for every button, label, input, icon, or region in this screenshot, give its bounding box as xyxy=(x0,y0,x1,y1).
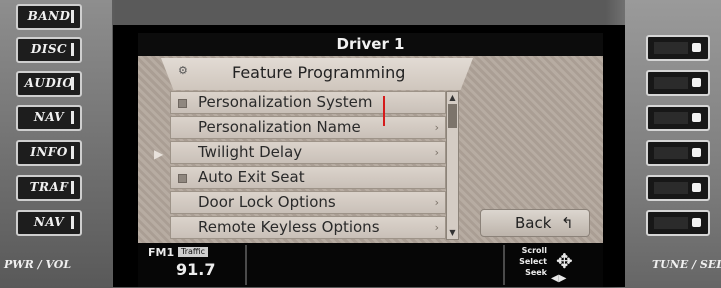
seek-arrows-icon: ◀▶ xyxy=(551,273,567,284)
menu-item-label: Personalization System xyxy=(198,93,373,111)
seek-label: Seek xyxy=(525,268,547,277)
back-button[interactable]: Back ↰ xyxy=(480,209,590,237)
menu-item-label: Remote Keyless Options xyxy=(198,218,380,236)
select-label: Select xyxy=(519,257,547,266)
preset-button-2[interactable] xyxy=(646,70,710,96)
preset-button-6[interactable] xyxy=(646,210,710,236)
text-cursor xyxy=(383,96,385,126)
band-button-label: BAND xyxy=(27,9,71,23)
preset-button-5[interactable] xyxy=(646,175,710,201)
preset-button-1[interactable] xyxy=(646,35,710,61)
nav-button-label: NAV xyxy=(33,110,65,124)
screen-title: Driver 1 xyxy=(138,33,603,56)
traffic-button-label: TRAF xyxy=(29,180,69,194)
navigation-joystick-icon: ✥ xyxy=(556,249,573,273)
menu-item-label: Personalization Name xyxy=(198,118,361,136)
disc-button[interactable]: DISC xyxy=(16,37,82,63)
disc-button-label: DISC xyxy=(30,42,68,56)
menu-item-door-lock-options[interactable]: Door Lock Options › xyxy=(170,191,446,214)
back-button-label: Back xyxy=(515,214,552,232)
menu-item-personalization-system[interactable]: Personalization System xyxy=(170,91,446,114)
feature-header-label: Feature Programming xyxy=(232,63,406,82)
settings-icon: ⚙ xyxy=(178,64,188,77)
menu-item-remote-keyless-options[interactable]: Remote Keyless Options › xyxy=(170,216,446,239)
menu-item-personalization-name[interactable]: Personalization Name › xyxy=(170,116,446,139)
info-button[interactable]: INFO xyxy=(16,140,82,166)
power-volume-knob-label: PWR / VOL xyxy=(4,258,72,271)
menu-item-label: Auto Exit Seat xyxy=(198,168,305,186)
preset-button-4[interactable] xyxy=(646,140,710,166)
traffic-badge: Traffic xyxy=(178,247,209,257)
menu-item-label: Door Lock Options xyxy=(198,193,336,211)
chevron-right-icon: › xyxy=(434,196,439,209)
scroll-up-icon[interactable]: ▲ xyxy=(447,92,458,104)
tune-select-knob-label: TUNE / SEL xyxy=(652,258,721,271)
nav-voice-button-label: NAV xyxy=(33,215,65,229)
chevron-right-icon: › xyxy=(434,221,439,234)
menu-item-auto-exit-seat[interactable]: Auto Exit Seat xyxy=(170,166,446,189)
scroll-label: Scroll xyxy=(521,246,547,255)
preset-button-3[interactable] xyxy=(646,105,710,131)
pointer-icon: ▶ xyxy=(154,147,164,161)
traffic-button[interactable]: TRAF xyxy=(16,175,82,201)
checkbox-icon xyxy=(178,99,187,108)
info-button-label: INFO xyxy=(30,145,68,159)
menu-item-label: Twilight Delay xyxy=(198,143,303,161)
status-bar: FM1 Traffic 91.7 Scroll Select Seek ✥ ◀▶ xyxy=(138,243,603,287)
menu-item-twilight-delay[interactable]: Twilight Delay › xyxy=(170,141,446,164)
nav-voice-button[interactable]: NAV xyxy=(16,210,82,236)
nav-button[interactable]: NAV xyxy=(16,105,82,131)
menu-scrollbar[interactable]: ▲ ▼ xyxy=(446,91,459,240)
band-button[interactable]: BAND xyxy=(16,4,82,30)
scroll-thumb[interactable] xyxy=(448,104,457,128)
status-divider xyxy=(503,245,505,285)
return-icon: ↰ xyxy=(561,214,574,232)
status-divider xyxy=(245,245,247,285)
checkbox-icon xyxy=(178,174,187,183)
chevron-right-icon: › xyxy=(434,146,439,159)
frequency-display: 91.7 xyxy=(176,260,216,279)
audio-button-label: AUDIO xyxy=(24,76,74,90)
chevron-right-icon: › xyxy=(434,121,439,134)
band-indicator: FM1 xyxy=(148,246,175,259)
audio-button[interactable]: AUDIO xyxy=(16,71,82,97)
scroll-down-icon[interactable]: ▼ xyxy=(447,227,458,239)
